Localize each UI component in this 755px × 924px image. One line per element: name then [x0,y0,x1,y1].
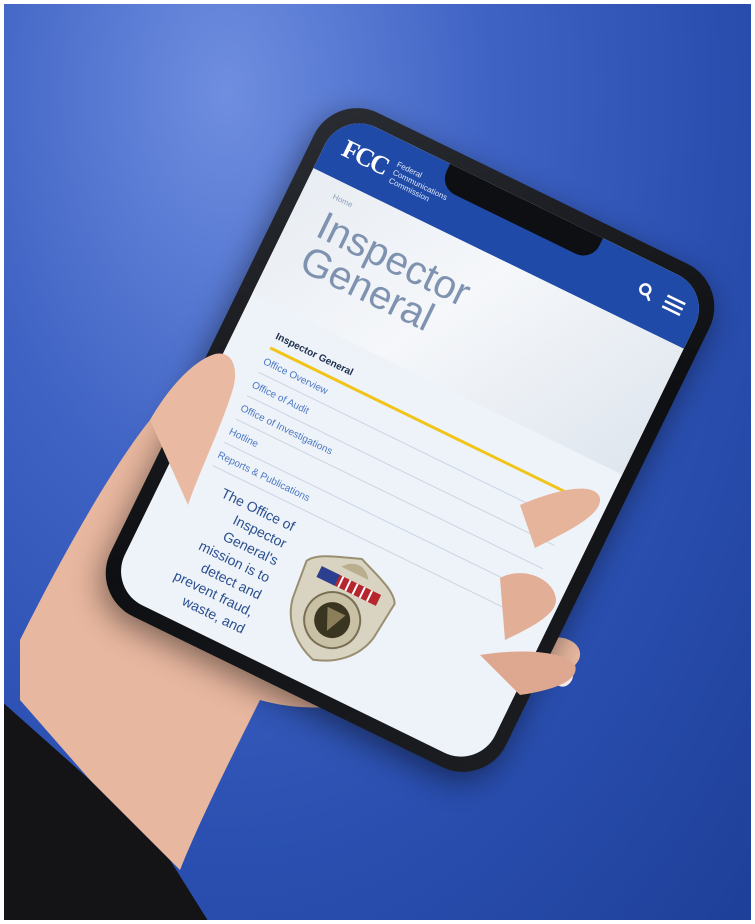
agency-name: Federal Communications Commission [387,159,449,203]
search-icon[interactable] [631,279,658,308]
oig-badge-image [289,555,396,662]
fcc-logo[interactable]: FCC [337,134,392,182]
hamburger-menu-icon[interactable] [658,293,686,323]
